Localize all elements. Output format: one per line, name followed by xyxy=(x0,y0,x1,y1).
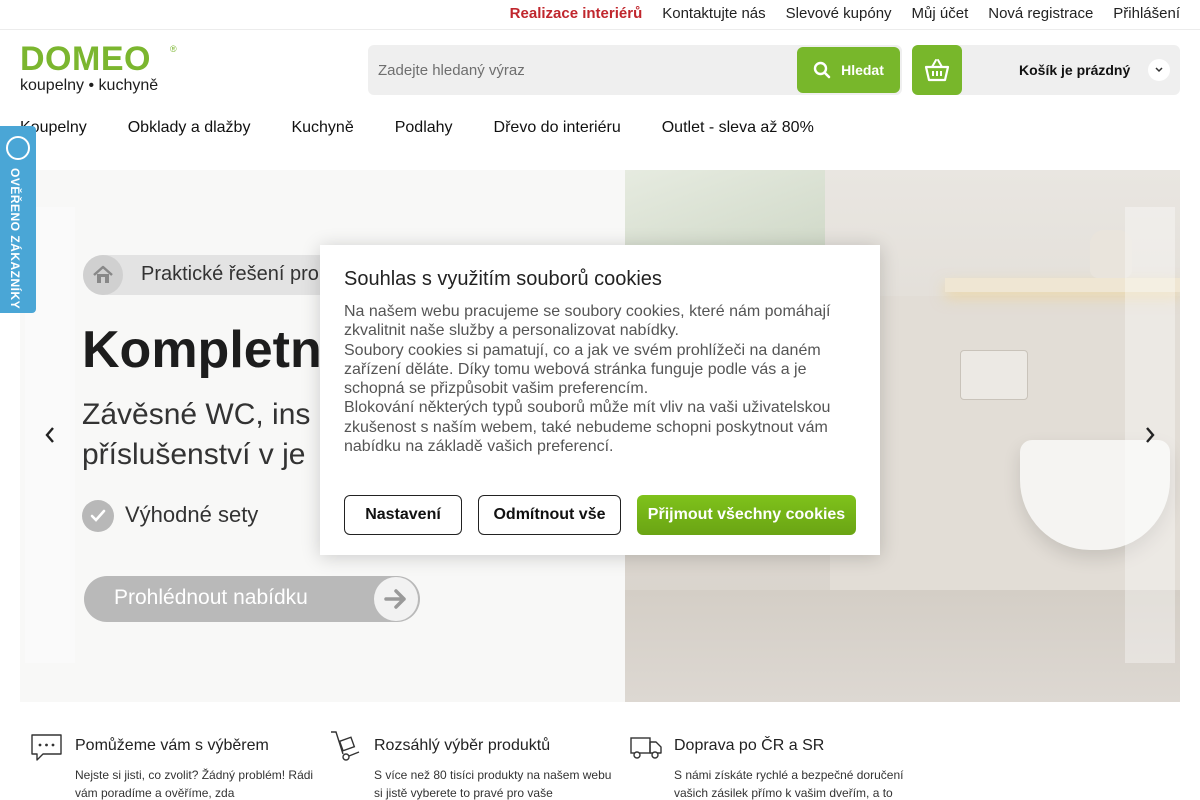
check-icon xyxy=(82,500,114,532)
link-kontakt[interactable]: Kontaktujte nás xyxy=(662,5,765,22)
hero-bullet: Výhodné sety xyxy=(125,502,259,527)
search-input[interactable] xyxy=(368,45,794,95)
cookie-paragraph: Na našem webu pracujeme se soubory cooki… xyxy=(344,303,831,340)
link-slevove-kupony[interactable]: Slevové kupóny xyxy=(786,5,892,22)
chevron-down-icon[interactable] xyxy=(1148,59,1170,81)
cookie-reject-all-button[interactable]: Odmítnout vše xyxy=(478,495,621,535)
chat-icon xyxy=(30,730,64,764)
top-links: Realizace interiérů Kontaktujte nás Slev… xyxy=(510,5,1180,22)
search-bar: Hledat xyxy=(368,45,902,95)
hero-tag-text: Praktické řešení pro xyxy=(141,263,319,285)
hero-subtitle-line-1: Závěsné WC, ins xyxy=(82,398,311,431)
feature-text: S námi získáte rychlé a bezpečné doručen… xyxy=(674,768,904,800)
hero-title: Kompletn xyxy=(82,321,322,379)
search-button-label: Hledat xyxy=(841,62,884,78)
cookie-paragraph: Blokování některých typů souborů může mí… xyxy=(344,399,831,456)
main-navigation: Koupelny Obklady a dlažby Kuchyně Podlah… xyxy=(20,119,855,137)
cookie-consent-dialog: Souhlas s využitím souborů cookies Na na… xyxy=(320,245,880,555)
cookie-accept-all-button[interactable]: Přijmout všechny cookies xyxy=(637,495,856,535)
logo-wordmark: DOMEO xyxy=(20,40,151,78)
cookie-paragraph: Soubory cookies si pamatují, co a jak ve… xyxy=(344,341,821,398)
site-logo[interactable]: DOMEO ® koupelny • kuchyně xyxy=(20,40,180,96)
badge-label: OVĚŘENO ZÁKAZNÍKY xyxy=(8,168,22,310)
hero-subtitle-line-2: příslušenství v je xyxy=(82,438,306,471)
carousel-next-button[interactable] xyxy=(1125,207,1175,663)
registered-mark: ® xyxy=(170,44,177,54)
link-realizace-interieru[interactable]: Realizace interiérů xyxy=(510,5,643,22)
hero-floor xyxy=(625,590,1180,702)
chevron-right-icon xyxy=(1146,427,1155,443)
link-prihlaseni[interactable]: Přihlášení xyxy=(1113,5,1180,22)
cookie-dialog-text: Na našem webu pracujeme se soubory cooki… xyxy=(344,302,864,456)
cookie-settings-button[interactable]: Nastavení xyxy=(344,495,462,535)
top-utility-bar: Realizace interiérů Kontaktujte nás Slev… xyxy=(0,0,1200,30)
feature-title: Doprava po ČR a SR xyxy=(674,737,825,754)
chevron-left-icon xyxy=(45,427,54,443)
link-muj-ucet[interactable]: Můj účet xyxy=(912,5,969,22)
hero-cta-label[interactable]: Prohlédnout nabídku xyxy=(114,586,308,610)
nav-item-kuchyne[interactable]: Kuchyně xyxy=(291,119,353,137)
arrow-right-icon[interactable] xyxy=(374,577,418,621)
link-registrace[interactable]: Nová registrace xyxy=(988,5,1093,22)
hand-truck-icon xyxy=(329,730,363,764)
cookie-dialog-title: Souhlas s využitím souborů cookies xyxy=(344,268,662,290)
logo-tagline: koupelny • kuchyně xyxy=(20,77,159,94)
nav-item-obklady[interactable]: Obklady a dlažby xyxy=(128,119,251,137)
basket-icon xyxy=(912,45,962,95)
search-icon xyxy=(813,61,831,79)
nav-item-drevo[interactable]: Dřevo do interiéru xyxy=(494,119,621,137)
search-button[interactable]: Hledat xyxy=(797,47,900,93)
feature-title: Pomůžeme vám s výběrem xyxy=(75,737,269,754)
verified-by-customers-badge[interactable]: OVĚŘENO ZÁKAZNÍKY xyxy=(0,126,36,313)
feature-text: S více než 80 tisíci produkty na našem w… xyxy=(374,768,612,800)
cart-widget[interactable]: Košík je prázdný xyxy=(912,45,1180,95)
nav-item-podlahy[interactable]: Podlahy xyxy=(395,119,453,137)
seal-icon xyxy=(6,136,30,160)
hero-flush-plate xyxy=(960,350,1028,400)
cart-status: Košík je prázdný xyxy=(1019,62,1131,78)
delivery-truck-icon xyxy=(629,730,663,764)
feature-title: Rozsáhlý výběr produktů xyxy=(374,737,551,754)
nav-item-outlet[interactable]: Outlet - sleva až 80% xyxy=(662,119,814,137)
feature-text: Nejste si jisti, co zvolit? Žádný problé… xyxy=(75,768,314,800)
home-icon xyxy=(83,255,123,295)
